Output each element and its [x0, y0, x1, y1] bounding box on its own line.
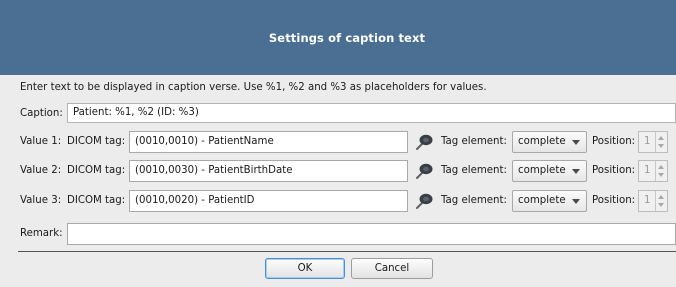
- spin-down-icon: [658, 173, 664, 177]
- dialog-titlebar[interactable]: Settings of caption text: [0, 0, 676, 75]
- value-1-position-label: Position:: [592, 136, 636, 147]
- spin-up-icon: [658, 195, 664, 199]
- value-3-tag-element-label: Tag element:: [441, 195, 507, 206]
- color-picker-icon[interactable]: [413, 160, 435, 182]
- spin-buttons[interactable]: [655, 132, 667, 152]
- value-1-position-value: 1: [644, 136, 651, 147]
- value-2-dicom-tag-label: DICOM tag:: [67, 165, 126, 176]
- caption-settings-dialog: Settings of caption text Enter text to b…: [0, 0, 676, 287]
- color-picker-icon[interactable]: [413, 190, 435, 212]
- value-2-dicom-tag-input[interactable]: (0010,0030) - PatientBirthDate: [129, 160, 408, 182]
- value-1-tag-element-label: Tag element:: [441, 136, 507, 147]
- spin-buttons[interactable]: [655, 191, 667, 211]
- value-1-tag-element-select[interactable]: complete: [512, 131, 587, 153]
- value-2-position-value: 1: [644, 165, 651, 176]
- value-1-tag-element-value: complete: [518, 136, 566, 147]
- caption-label: Caption:: [20, 108, 63, 119]
- cancel-button[interactable]: Cancel: [351, 258, 433, 279]
- instruction-text: Enter text to be displayed in caption ve…: [20, 82, 487, 93]
- value-1-dicom-tag-input[interactable]: (0010,0010) - PatientName: [129, 131, 408, 153]
- ok-button[interactable]: OK: [265, 258, 345, 279]
- value-2-label: Value 2:: [20, 165, 62, 176]
- spin-down-icon: [658, 144, 664, 148]
- value-1-position-spinbox[interactable]: 1: [638, 131, 668, 153]
- spin-up-icon: [658, 136, 664, 140]
- chevron-down-icon: [572, 199, 580, 204]
- value-2-tag-element-label: Tag element:: [441, 165, 507, 176]
- value-2-tag-element-select[interactable]: complete: [512, 160, 587, 182]
- color-picker-icon[interactable]: [413, 131, 435, 153]
- value-3-tag-element-select[interactable]: complete: [512, 190, 587, 212]
- value-1-dicom-tag-label: DICOM tag:: [67, 136, 126, 147]
- caption-input[interactable]: Patient: %1, %2 (ID: %3): [67, 103, 676, 123]
- remark-label: Remark:: [20, 228, 63, 239]
- value-3-position-label: Position:: [592, 195, 636, 206]
- remark-input[interactable]: [67, 223, 676, 245]
- dialog-title: Settings of caption text: [268, 30, 426, 45]
- value-3-dicom-tag-label: DICOM tag:: [67, 195, 126, 206]
- value-3-position-value: 1: [644, 195, 651, 206]
- value-3-dicom-tag-input[interactable]: (0010,0020) - PatientID: [129, 190, 408, 212]
- value-2-position-label: Position:: [592, 165, 636, 176]
- value-2-position-spinbox[interactable]: 1: [638, 160, 668, 182]
- value-3-label: Value 3:: [20, 195, 62, 206]
- chevron-down-icon: [572, 140, 580, 145]
- value-3-position-spinbox[interactable]: 1: [638, 190, 668, 212]
- chevron-down-icon: [572, 169, 580, 174]
- spin-up-icon: [658, 165, 664, 169]
- spin-buttons[interactable]: [655, 161, 667, 181]
- spin-down-icon: [658, 203, 664, 207]
- value-1-label: Value 1:: [20, 136, 62, 147]
- value-3-tag-element-value: complete: [518, 195, 566, 206]
- value-2-tag-element-value: complete: [518, 165, 566, 176]
- button-separator: [18, 251, 676, 252]
